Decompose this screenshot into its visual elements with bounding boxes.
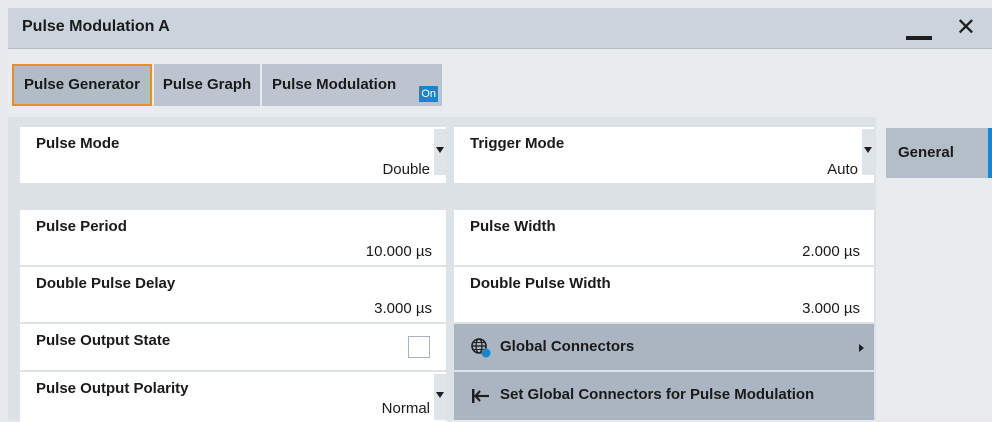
side-tab-general[interactable]: General [886,128,992,178]
pulse-width-field[interactable]: Pulse Width 2.000 µs [454,210,874,265]
trigger-mode-value: Auto [827,161,858,178]
minimize-icon [906,36,932,40]
pulse-output-state-checkbox[interactable] [408,336,430,358]
dropdown-arrow[interactable] [434,374,446,420]
pulse-output-state-row: Pulse Output State [20,324,446,370]
side-navigation: General [886,128,992,420]
close-button[interactable]: ✕ [956,14,976,42]
tab-label: Pulse Generator [24,76,140,93]
double-pulse-width-field[interactable]: Double Pulse Width 3.000 µs [454,267,874,322]
double-pulse-width-label: Double Pulse Width [470,275,611,292]
side-tab-label: General [898,144,954,161]
chevron-down-icon [864,147,872,153]
tab-label: Pulse Modulation [272,76,397,93]
dialog-window: Pulse Modulation A ✕ Pulse Generator Pul… [8,8,992,422]
globe-icon [471,338,491,358]
minimize-button[interactable] [906,26,932,40]
arrow-left-bar-icon [472,389,489,403]
set-global-connectors-label: Set Global Connectors for Pulse Modulati… [500,386,815,403]
double-pulse-width-value: 3.000 µs [802,300,860,317]
tab-pulse-generator[interactable]: Pulse Generator [12,64,152,106]
pulse-mode-value: Double [382,161,430,178]
pulse-output-polarity-label: Pulse Output Polarity [36,380,189,397]
chevron-right-icon [859,344,864,352]
pulse-mode-dropdown[interactable]: Pulse Mode Double [20,127,446,183]
title-bar: Pulse Modulation A ✕ [8,8,992,49]
tab-pulse-modulation[interactable]: Pulse Modulation On [262,64,442,106]
chevron-down-icon [436,147,444,153]
trigger-mode-label: Trigger Mode [470,135,565,152]
dropdown-arrow[interactable] [434,129,446,175]
global-connectors-button[interactable]: Global Connectors [454,324,874,370]
double-pulse-delay-field[interactable]: Double Pulse Delay 3.000 µs [20,267,446,322]
status-badge: On [419,86,438,102]
pulse-output-state-label: Pulse Output State [36,332,171,349]
selected-indicator [988,128,992,178]
pulse-period-value: 10.000 µs [365,243,432,260]
pulse-mode-label: Pulse Mode [36,135,120,152]
settings-panel: Pulse Mode Double Trigger Mode Auto Puls… [8,117,876,422]
pulse-period-label: Pulse Period [36,218,127,235]
trigger-mode-dropdown[interactable]: Trigger Mode Auto [454,127,874,183]
tab-pulse-graph[interactable]: Pulse Graph [154,64,260,106]
pulse-output-polarity-dropdown[interactable]: Pulse Output Polarity Normal [20,372,446,422]
pulse-width-label: Pulse Width [470,218,556,235]
double-pulse-delay-value: 3.000 µs [374,300,432,317]
pulse-period-field[interactable]: Pulse Period 10.000 µs [20,210,446,265]
window-title: Pulse Modulation A [22,18,170,35]
dropdown-arrow[interactable] [862,129,874,175]
pulse-width-value: 2.000 µs [802,243,860,260]
global-connectors-label: Global Connectors [500,338,635,355]
close-icon: ✕ [955,14,976,41]
set-global-connectors-button[interactable]: Set Global Connectors for Pulse Modulati… [454,372,874,420]
pulse-output-polarity-value: Normal [381,400,430,417]
tab-label: Pulse Graph [162,76,252,93]
chevron-down-icon [436,392,444,398]
tab-bar: Pulse Generator Pulse Graph Pulse Modula… [8,49,992,109]
double-pulse-delay-label: Double Pulse Delay [36,275,176,292]
